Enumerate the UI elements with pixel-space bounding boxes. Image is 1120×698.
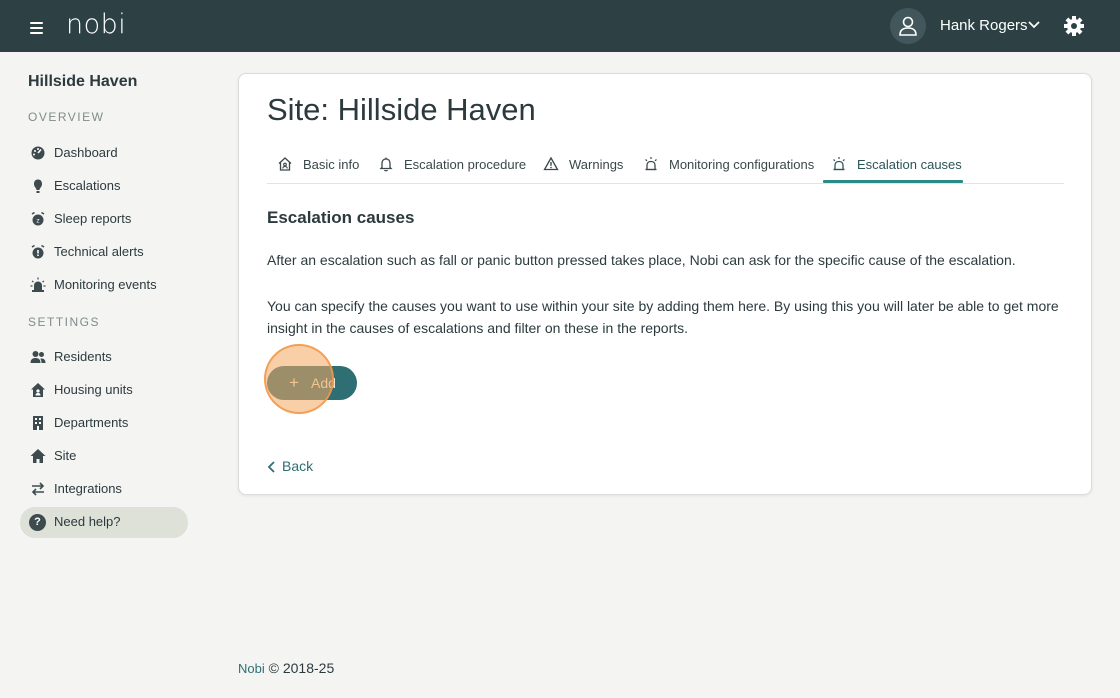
plus-icon: +: [289, 373, 299, 392]
add-cause-button[interactable]: + Add: [267, 366, 357, 400]
sidebar-item-label: Residents: [54, 349, 112, 364]
user-menu-name[interactable]: Hank Rogers: [940, 17, 1028, 34]
hamburger-menu-button[interactable]: [26, 16, 48, 38]
section-title: Escalation causes: [267, 208, 415, 227]
tab-label: Monitoring configurations: [669, 157, 815, 172]
housing-unit-icon: [31, 383, 45, 397]
nobi-logo[interactable]: nobi: [66, 9, 126, 40]
footer-copyright: © 2018-25: [268, 660, 335, 676]
sidebar-item-label: Sleep reports: [54, 211, 132, 226]
sidebar-item-label: Integrations: [54, 481, 122, 496]
question-mark-icon: ?: [29, 514, 46, 531]
svg-text:z: z: [36, 218, 39, 225]
tab-label: Warnings: [569, 157, 624, 172]
sidebar-item-residents[interactable]: Residents: [20, 342, 190, 372]
sidebar-item-escalations[interactable]: Escalations: [20, 171, 190, 201]
add-button-label: Add: [311, 375, 336, 391]
bell-icon: [379, 157, 393, 172]
building-icon: [33, 416, 43, 430]
sidebar: Hillside Haven OVERVIEW Dashboard Escala…: [0, 52, 230, 698]
sidebar-item-label: Site: [54, 448, 77, 463]
need-help-button[interactable]: ? Need help?: [20, 507, 188, 538]
overview-section-label: OVERVIEW: [28, 110, 105, 124]
warning-triangle-icon: [543, 156, 559, 171]
sidebar-site-name: Hillside Haven: [28, 73, 138, 90]
home-icon: [30, 449, 46, 463]
sidebar-item-technical-alerts[interactable]: Technical alerts: [20, 237, 190, 267]
sidebar-item-sleep-reports[interactable]: z Sleep reports: [20, 204, 190, 234]
sidebar-item-housing-units[interactable]: Housing units: [20, 375, 190, 405]
sidebar-item-departments[interactable]: Departments: [20, 408, 190, 438]
need-help-label: Need help?: [54, 514, 121, 529]
sidebar-item-label: Technical alerts: [54, 244, 144, 259]
sidebar-item-label: Escalations: [54, 178, 121, 193]
footer-brand-link[interactable]: Nobi: [238, 661, 265, 676]
menu-line: [30, 22, 43, 24]
siren-icon: [833, 157, 845, 171]
person-icon: [899, 16, 917, 36]
chevron-down-icon[interactable]: [1027, 18, 1041, 32]
escalation-icon: [34, 179, 42, 193]
sidebar-item-label: Dashboard: [54, 145, 118, 160]
swap-arrows-icon: [31, 482, 45, 496]
sidebar-item-dashboard[interactable]: Dashboard: [20, 138, 190, 168]
user-avatar[interactable]: [890, 8, 926, 44]
footer: Nobi © 2018-25: [238, 660, 334, 676]
sidebar-item-integrations[interactable]: Integrations: [20, 474, 190, 504]
sidebar-item-label: Monitoring events: [54, 277, 157, 292]
gear-icon[interactable]: [1063, 15, 1085, 37]
tab-bar: Basic info Escalation procedure Warnings…: [267, 152, 1064, 184]
sidebar-item-label: Housing units: [54, 382, 133, 397]
dashboard-icon: [31, 146, 45, 160]
description-paragraph: You can specify the causes you want to u…: [267, 298, 1059, 336]
settings-section-label: SETTINGS: [28, 315, 101, 329]
top-bar: nobi Hank Rogers: [0, 0, 1120, 52]
residents-icon: [30, 351, 46, 363]
menu-line: [30, 27, 43, 29]
tab-label: Escalation causes: [857, 157, 962, 172]
page-title: Site: Hillside Haven: [267, 92, 536, 127]
chevron-left-icon: [267, 461, 275, 473]
siren-icon: [30, 277, 46, 292]
sidebar-item-monitoring-events[interactable]: Monitoring events: [20, 270, 190, 300]
menu-line: [30, 32, 43, 34]
sidebar-item-site[interactable]: Site: [20, 441, 190, 471]
siren-icon: [645, 157, 657, 171]
site-settings-card: Site: Hillside Haven Basic info Escalati…: [238, 73, 1092, 495]
house-outline-icon: [278, 157, 292, 171]
active-tab-indicator: [823, 180, 963, 183]
sidebar-item-label: Departments: [54, 415, 129, 430]
back-label: Back: [282, 458, 314, 474]
description-paragraph: After an escalation such as fall or pani…: [267, 252, 1016, 268]
sleep-report-icon: z: [31, 211, 45, 226]
tab-label: Basic info: [303, 157, 360, 172]
tab-label: Escalation procedure: [404, 157, 527, 172]
technical-alert-icon: [31, 244, 45, 259]
